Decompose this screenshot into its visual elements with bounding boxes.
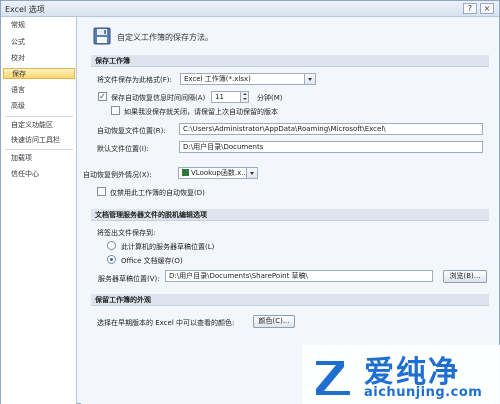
radio-office-cache[interactable] xyxy=(107,255,116,264)
save-checked-out-label: 将签出文件保存到: xyxy=(97,229,156,237)
autorecover-location-label: 自动恢复文件位置(R): xyxy=(97,127,166,135)
section-offline-editing: 文档管理服务器文件的脱机编辑选项 xyxy=(91,209,489,221)
keep-last-version-label: 如果我没保存就关闭，请保留上次自动保留的版本 xyxy=(124,108,278,116)
sidebar-item-save[interactable]: 保存 xyxy=(3,68,75,79)
save-format-value: Excel 工作簿(*.xlsx) xyxy=(184,75,251,83)
help-button[interactable]: ? xyxy=(463,3,477,14)
server-drafts-location-input[interactable]: D:\用户目录\Documents\SharePoint 草稿\ xyxy=(165,270,433,282)
panel-description: 自定义工作簿的保存方法。 xyxy=(117,33,213,42)
autorecover-minutes-value: 11 xyxy=(215,93,224,101)
excel-options-window: Excel 选项 ? × 常规 公式 校对 保存 语言 高级 自定义功能区 快速… xyxy=(0,0,500,404)
close-button[interactable]: × xyxy=(480,3,494,14)
autorecover-minutes-stepper[interactable]: 11 xyxy=(211,91,249,103)
exception-workbook-value: VLookup函数.x... xyxy=(191,169,248,177)
sidebar-item-formulas[interactable]: 公式 xyxy=(3,37,75,48)
autorecover-exceptions-label: 自动恢复例外情况(X): xyxy=(83,171,152,179)
autorecover-label: 保存自动恢复信息时间间隔(A) xyxy=(111,94,206,102)
autorecover-location-input[interactable]: C:\Users\Administrator\AppData\Roaming\M… xyxy=(179,123,483,135)
section-save-workbooks: 保存工作簿 xyxy=(91,55,489,67)
sidebar-item-language[interactable]: 语言 xyxy=(3,85,75,96)
sidebar-item-customize-ribbon[interactable]: 自定义功能区 xyxy=(3,120,75,131)
brand-logo-icon xyxy=(316,361,350,395)
excel-workbook-icon xyxy=(182,169,189,176)
disable-autorecover-label: 仅禁用此工作簿的自动恢复(D) xyxy=(110,189,205,197)
save-format-select[interactable]: Excel 工作簿(*.xlsx) xyxy=(180,73,316,85)
autorecover-checkbox[interactable]: ✓ xyxy=(98,92,107,101)
sidebar-item-trust-center[interactable]: 信任中心 xyxy=(3,169,75,180)
sidebar-item-add-ins[interactable]: 加载项 xyxy=(3,153,75,164)
watermark: 爱纯净 aichunjing.com xyxy=(302,345,500,404)
sidebar-item-general[interactable]: 常规 xyxy=(3,20,75,31)
server-drafts-location-label: 服务器草稿位置(V): xyxy=(98,275,160,283)
default-location-input[interactable]: D:\用户目录\Documents xyxy=(179,141,483,153)
minutes-unit-label: 分钟(M) xyxy=(257,94,283,102)
keep-last-version-checkbox[interactable] xyxy=(111,106,120,115)
autorecover-exceptions-select[interactable]: VLookup函数.x... xyxy=(178,167,258,179)
title-bar: Excel 选项 ? × xyxy=(1,1,499,17)
save-format-label: 将文件保存为此格式(F): xyxy=(97,76,172,84)
default-location-label: 默认文件位置(I): xyxy=(97,145,149,153)
sidebar-item-advanced[interactable]: 高级 xyxy=(3,101,75,112)
sidebar-divider xyxy=(5,116,73,117)
browse-button[interactable]: 浏览(B)... xyxy=(443,270,487,283)
window-title: Excel 选项 xyxy=(5,5,45,14)
section-preserve-appearance: 保留工作簿的外观 xyxy=(91,294,489,306)
disable-autorecover-checkbox[interactable] xyxy=(97,187,106,196)
floppy-disk-icon xyxy=(93,27,111,45)
sidebar-item-quick-access-toolbar[interactable]: 快速访问工具栏 xyxy=(3,135,75,146)
chevron-down-icon[interactable] xyxy=(304,74,315,84)
chevron-down-icon[interactable] xyxy=(246,168,257,178)
radio-office-cache-label: Office 文档缓存(O) xyxy=(121,257,183,265)
sidebar-divider xyxy=(5,149,73,150)
colors-label: 选择在早期版本的 Excel 中可以查看的颜色: xyxy=(97,319,235,327)
spin-arrows-icon[interactable] xyxy=(240,92,248,102)
colors-button[interactable]: 颜色(C)... xyxy=(253,315,295,328)
watermark-brand-en: aichunjing.com xyxy=(364,385,483,400)
sidebar-item-proofing[interactable]: 校对 xyxy=(3,53,75,64)
radio-server-drafts-label: 此计算机的服务器草稿位置(L) xyxy=(121,243,215,251)
options-sidebar: 常规 公式 校对 保存 语言 高级 自定义功能区 快速访问工具栏 加载项 信任中… xyxy=(1,17,77,404)
radio-server-drafts[interactable] xyxy=(107,241,116,250)
